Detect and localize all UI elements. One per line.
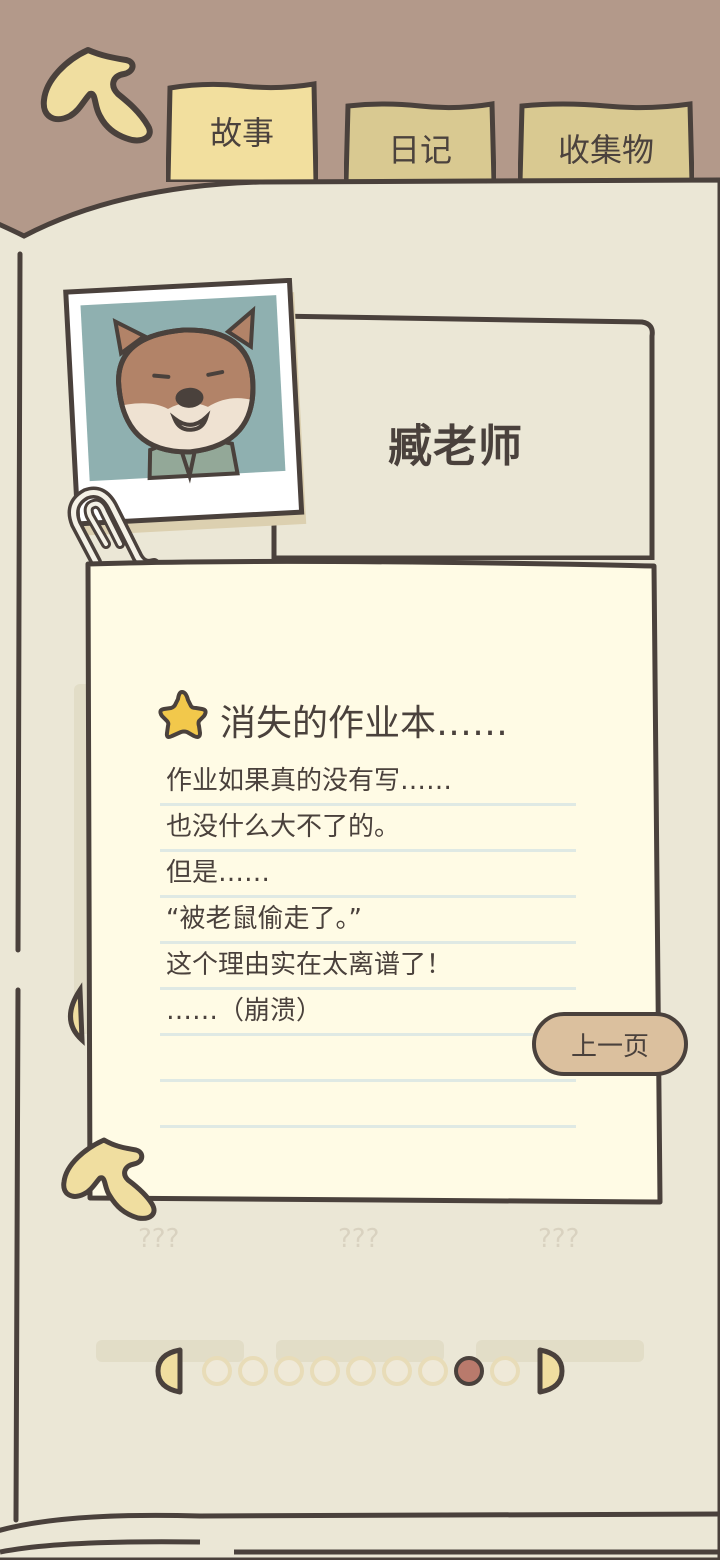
story-line: 作业如果真的没有写……	[160, 760, 576, 806]
back-button[interactable]	[36, 40, 156, 150]
locked-item-label: ???	[338, 1224, 380, 1254]
story-line	[160, 1036, 576, 1082]
prev-page-label: 上一页	[570, 1031, 649, 1062]
next-arrow-icon[interactable]	[536, 1346, 566, 1396]
tab-diary-label: 日记	[387, 131, 452, 169]
page-dot[interactable]	[274, 1356, 304, 1386]
tab-collection-label: 收集物	[557, 131, 654, 169]
story-line: 也没什么大不了的。	[160, 806, 576, 852]
locked-item-label: ???	[138, 1224, 180, 1254]
story-screen: 故事 日记 收集物 臧老师 ??? ??? ??? 消失的作业本…… 作业如果真…	[0, 0, 720, 1560]
story-line: 但是……	[160, 852, 576, 898]
prev-page-button[interactable]: 上一页	[532, 1012, 688, 1076]
note-back-arrow-icon[interactable]	[60, 1134, 160, 1224]
locked-item-label: ???	[538, 1224, 580, 1254]
story-text: 作业如果真的没有写…… 也没什么大不了的。 但是…… “被老鼠偷走了。” 这个理…	[160, 760, 576, 1128]
tab-story-label: 故事	[209, 114, 274, 152]
story-line: “被老鼠偷走了。”	[160, 898, 576, 944]
story-line: ……（崩溃）	[160, 990, 576, 1036]
character-name: 臧老师	[388, 421, 523, 472]
prev-arrow-icon[interactable]	[154, 1346, 184, 1396]
story-title: 消失的作业本……	[220, 703, 509, 744]
page-dot[interactable]	[382, 1356, 412, 1386]
page-dot[interactable]	[454, 1356, 484, 1386]
page-dot[interactable]	[202, 1356, 232, 1386]
page-dot[interactable]	[238, 1356, 268, 1386]
back-arrow-icon	[40, 47, 153, 144]
page-dot[interactable]	[490, 1356, 520, 1386]
story-line	[160, 1082, 576, 1128]
story-line: 这个理由实在太离谱了！	[160, 944, 576, 990]
page-dot[interactable]	[310, 1356, 340, 1386]
star-icon	[158, 690, 208, 739]
page-dot[interactable]	[418, 1356, 448, 1386]
page-dot[interactable]	[346, 1356, 376, 1386]
page-indicator	[154, 1346, 566, 1396]
